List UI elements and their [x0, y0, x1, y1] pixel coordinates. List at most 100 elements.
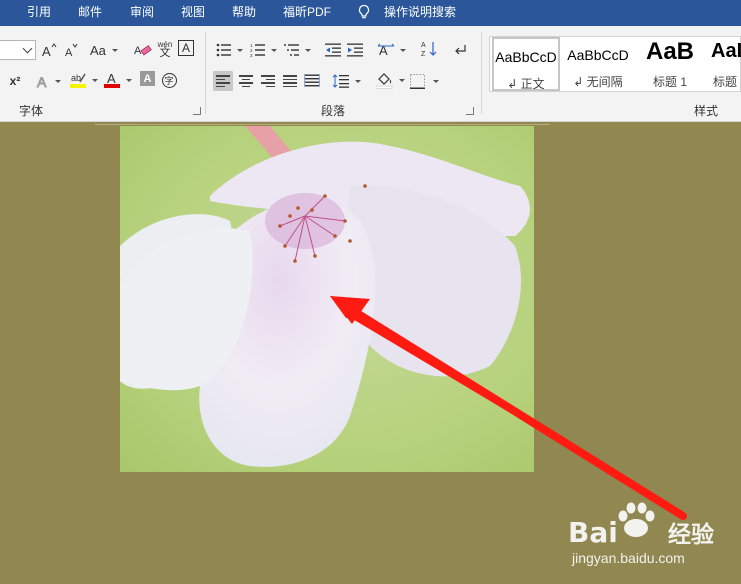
flower-image[interactable]	[120, 126, 534, 472]
font-color-button[interactable]: A	[104, 70, 132, 90]
font-dialog-launcher-icon[interactable]	[193, 107, 201, 115]
menu-bar: 引用 邮件 审阅 视图 帮助 福昕PDF 操作说明搜索	[0, 0, 741, 26]
enclose-characters-button[interactable]: 字	[160, 70, 178, 90]
svg-text:3: 3	[250, 53, 253, 57]
svg-text:A: A	[107, 71, 116, 86]
align-right-button[interactable]	[258, 71, 278, 91]
dropdown-caret-icon	[433, 80, 439, 83]
dropdown-caret-icon	[399, 79, 405, 82]
dropdown-caret-icon	[305, 49, 311, 52]
chinese-layout-button[interactable]: A	[377, 40, 407, 60]
menu-mailings[interactable]: 邮件	[78, 4, 102, 20]
grow-font-icon: A	[42, 43, 57, 58]
svg-text:A: A	[37, 74, 47, 89]
dropdown-caret-icon	[400, 49, 406, 52]
line-spacing-button[interactable]	[332, 71, 362, 91]
menu-review[interactable]: 审阅	[130, 4, 154, 20]
font-size-combo[interactable]	[0, 40, 36, 60]
watermark-logo: Bai	[568, 518, 662, 548]
align-left-icon	[216, 75, 230, 87]
svg-text:A: A	[42, 44, 51, 58]
distributed-button[interactable]	[302, 71, 322, 91]
watermark-url: jingyan.baidu.com	[572, 550, 685, 566]
watermark-logo-bai: Bai	[568, 516, 618, 549]
borders-icon	[410, 73, 425, 89]
style-preview: AaBbCcD	[495, 49, 557, 65]
change-case-button[interactable]: Aa	[90, 40, 118, 60]
dropdown-caret-icon	[112, 49, 118, 52]
enclose-characters-icon: 字	[161, 72, 177, 88]
paragraph-group-label: 段落	[321, 104, 346, 118]
align-left-button[interactable]	[213, 71, 233, 91]
watermark-jingyan: 经验	[668, 521, 714, 547]
shrink-font-button[interactable]: A	[62, 40, 80, 60]
highlight-color-button[interactable]: ab	[70, 70, 98, 90]
align-right-icon	[261, 75, 275, 87]
increase-indent-icon	[347, 43, 363, 57]
dropdown-caret-icon	[92, 79, 98, 82]
style-title[interactable]: AaI 标题	[705, 37, 741, 91]
style-preview: AaBbCcD	[567, 47, 629, 63]
justify-icon	[283, 75, 297, 87]
styles-gallery: AaBbCcD ↲ 正文 AaBbCcD ↲ 无间隔 AaB 标题 1 AaI …	[489, 36, 741, 92]
menu-references[interactable]: 引用	[27, 4, 51, 20]
menu-view[interactable]: 视图	[181, 4, 205, 20]
sort-button[interactable]: AZ	[420, 39, 438, 59]
styles-group-label: 样式	[694, 104, 719, 118]
svg-text:A: A	[421, 42, 426, 49]
decrease-indent-button[interactable]	[324, 40, 342, 60]
bullets-button[interactable]	[216, 40, 244, 60]
align-center-icon	[239, 75, 253, 87]
superscript-button[interactable]: x²	[6, 71, 24, 91]
text-effects-icon: A	[37, 74, 48, 90]
svg-text:A: A	[65, 47, 73, 58]
character-shading-button[interactable]: A	[140, 71, 155, 86]
multilevel-list-button[interactable]	[284, 40, 312, 60]
menu-foxit-pdf[interactable]: 福昕PDF	[283, 4, 331, 20]
clear-formatting-button[interactable]: A	[134, 40, 152, 60]
style-no-spacing[interactable]: AaBbCcD ↲ 无间隔	[563, 37, 633, 91]
lightbulb-icon	[358, 4, 370, 19]
highlighter-icon: ab	[70, 73, 86, 88]
numbering-icon: 123	[250, 43, 265, 57]
group-divider	[205, 32, 206, 114]
phonetic-guide-button[interactable]: wén 文	[156, 39, 174, 59]
multilevel-list-icon	[284, 44, 299, 56]
character-shading-icon: A	[143, 72, 152, 85]
decrease-indent-icon	[325, 43, 341, 57]
grow-font-button[interactable]: A	[40, 40, 58, 60]
show-formatting-marks-button[interactable]	[452, 40, 468, 60]
style-heading-1[interactable]: AaB 标题 1	[635, 37, 705, 91]
bullets-icon	[216, 43, 231, 57]
dropdown-caret-icon	[355, 80, 361, 83]
line-spacing-icon	[332, 74, 349, 88]
style-name: ↲ 无间隔	[573, 75, 623, 89]
character-border-button[interactable]: A	[178, 40, 194, 56]
paint-bucket-icon	[376, 73, 393, 89]
numbering-button[interactable]: 123	[250, 40, 278, 60]
style-normal[interactable]: AaBbCcD ↲ 正文	[492, 37, 560, 91]
character-border-icon: A	[181, 41, 190, 55]
text-effects-button[interactable]: A	[36, 71, 62, 91]
group-divider	[481, 32, 482, 114]
shading-button[interactable]	[376, 70, 406, 90]
justify-button[interactable]	[280, 71, 300, 91]
menu-help[interactable]: 帮助	[232, 4, 256, 20]
change-case-label: Aa	[90, 42, 106, 58]
pilcrow-icon	[455, 45, 466, 55]
shrink-font-icon: A	[65, 43, 78, 58]
ribbon: A A Aa A wén 文 A x² A ab A A 字 字体 1 2 3 …	[0, 26, 741, 122]
tell-me-search[interactable]: 操作说明搜索	[384, 4, 456, 20]
paragraph-dialog-launcher-icon[interactable]	[466, 107, 474, 115]
font-group-label: 字体	[19, 104, 44, 118]
style-name: 标题	[713, 75, 738, 89]
font-color-icon: A	[104, 71, 120, 88]
borders-button[interactable]	[410, 71, 440, 91]
align-center-button[interactable]	[236, 71, 256, 91]
style-preview: AaI	[711, 40, 741, 62]
dropdown-caret-icon	[237, 49, 243, 52]
style-preview: AaB	[645, 38, 694, 65]
dropdown-caret-icon	[126, 79, 132, 82]
superscript-label: x²	[9, 74, 21, 88]
increase-indent-button[interactable]	[346, 40, 364, 60]
